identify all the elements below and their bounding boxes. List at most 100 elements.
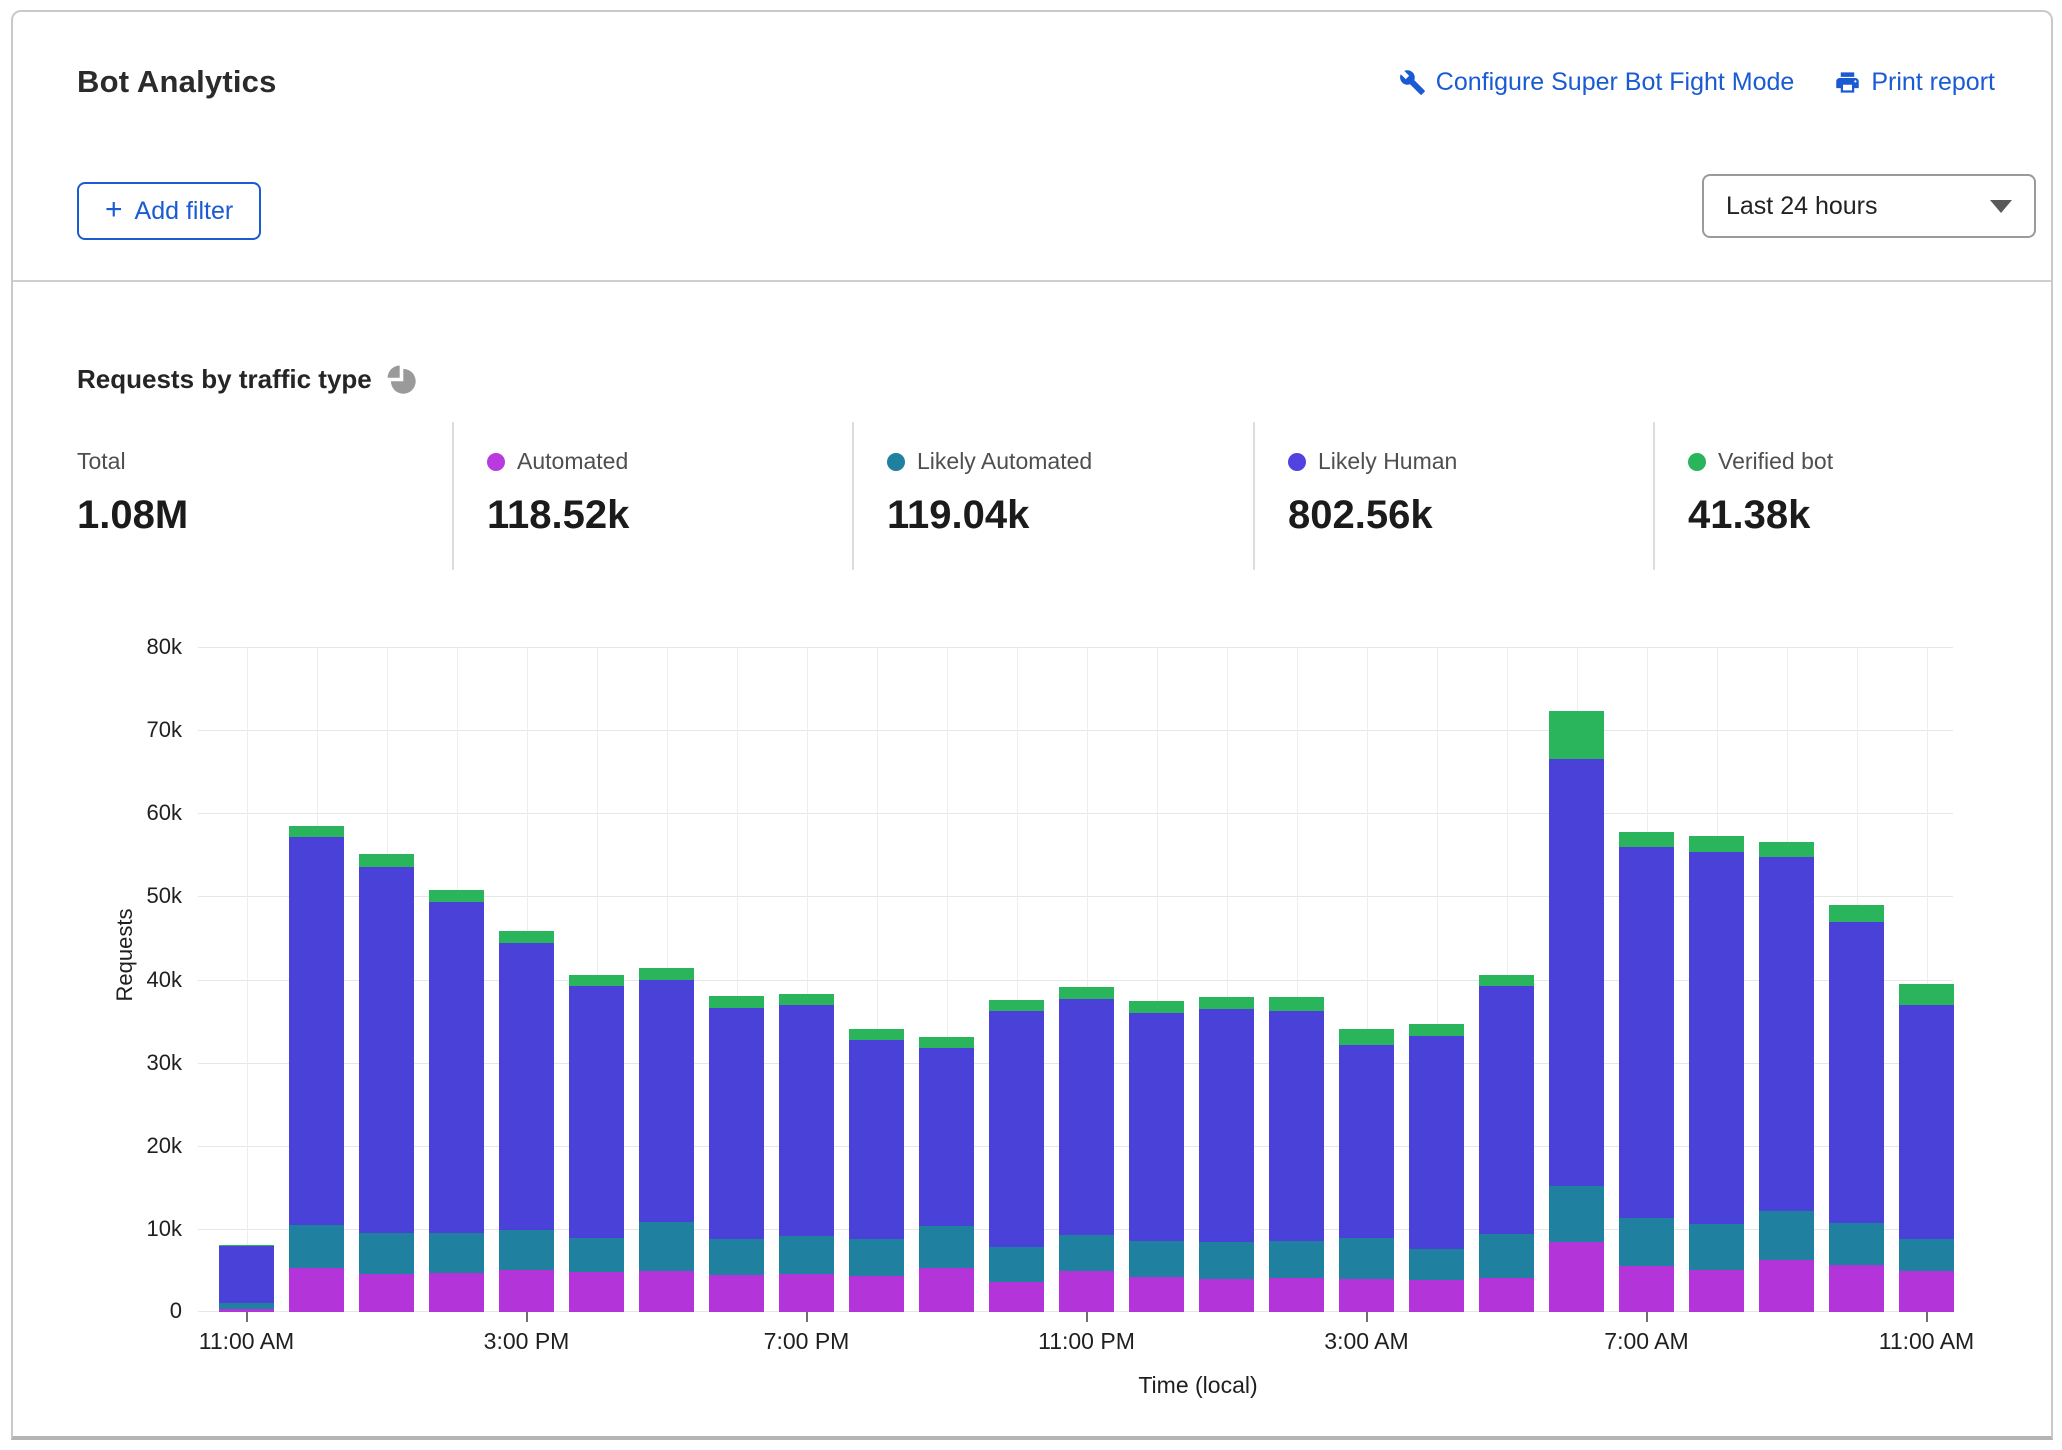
bar-segment-likely-automated — [849, 1238, 904, 1277]
wrench-icon — [1399, 69, 1426, 96]
bar-segment-likely-human — [1339, 1045, 1394, 1239]
x-tick-label: 3:00 PM — [483, 1328, 570, 1354]
y-tick-label: 20k — [146, 1133, 182, 1158]
bar-segment-likely-automated — [779, 1235, 834, 1274]
configure-link-label: Configure Super Bot Fight Mode — [1435, 68, 1795, 96]
bar-segment-likely-automated — [1549, 1185, 1604, 1243]
stat-value: 41.38k — [1688, 493, 1811, 537]
gridline-h — [198, 730, 1953, 731]
bar-segment-verified-bot — [1269, 996, 1324, 1012]
bar — [989, 999, 1044, 1312]
x-tickmark — [1925, 1312, 1928, 1322]
stat-label: Total — [77, 448, 126, 474]
bar-segment-likely-automated — [1129, 1241, 1184, 1278]
bar-segment-automated — [1409, 1280, 1464, 1312]
x-tickmark — [1085, 1312, 1088, 1322]
bar-segment-verified-bot — [1689, 835, 1744, 852]
bar-segment-verified-bot — [1409, 1023, 1464, 1037]
add-filter-button[interactable]: + Add filter — [77, 182, 262, 240]
print-report-link[interactable]: Print report — [1834, 68, 1995, 97]
bar-segment-likely-human — [1059, 998, 1114, 1235]
header-links: Configure Super Bot Fight Mode Print rep… — [1399, 68, 1995, 97]
bar-segment-verified-bot — [1059, 987, 1114, 999]
bar-segment-automated — [1129, 1277, 1184, 1312]
bar — [1199, 996, 1254, 1312]
bar-segment-automated — [569, 1272, 624, 1312]
bar-segment-verified-bot — [289, 825, 344, 837]
legend-dot — [1288, 452, 1306, 471]
bar-segment-automated — [499, 1270, 554, 1312]
bar-segment-likely-human — [639, 979, 694, 1223]
bar-segment-verified-bot — [1339, 1029, 1394, 1046]
bar-segment-likely-human — [429, 902, 484, 1234]
x-tickmark — [805, 1312, 808, 1322]
bar-segment-automated — [1759, 1259, 1814, 1312]
section-title-text: Requests by traffic type — [77, 364, 372, 394]
bar-segment-likely-automated — [1199, 1242, 1254, 1279]
x-axis-title: Time (local) — [1138, 1372, 1258, 1398]
bar — [289, 825, 344, 1312]
x-tick-label: 3:00 AM — [1324, 1328, 1409, 1354]
legend-dot — [487, 452, 505, 471]
header-divider — [13, 280, 2051, 282]
bar-segment-likely-automated — [709, 1238, 764, 1276]
bar — [1549, 711, 1604, 1312]
stat-divider — [1253, 422, 1255, 570]
bar — [849, 1029, 904, 1312]
bar-segment-likely-human — [1409, 1036, 1464, 1249]
bar — [429, 889, 484, 1312]
bar-segment-verified-bot — [1129, 1001, 1184, 1013]
stat-value: 119.04k — [887, 493, 1030, 537]
bar-segment-likely-automated — [289, 1224, 344, 1268]
print-link-label: Print report — [1871, 68, 1995, 96]
bar — [219, 1244, 274, 1312]
bar-segment-automated — [359, 1273, 414, 1312]
pie-chart-icon — [386, 364, 417, 395]
bar-segment-likely-human — [849, 1040, 904, 1239]
bar-segment-automated — [289, 1267, 344, 1312]
configure-super-bot-fight-mode-link[interactable]: Configure Super Bot Fight Mode — [1399, 68, 1795, 97]
stat-divider — [852, 422, 854, 570]
bar-segment-automated — [1549, 1242, 1604, 1312]
bar — [919, 1036, 974, 1312]
bar-segment-likely-automated — [1269, 1241, 1324, 1278]
bar-segment-automated — [429, 1272, 484, 1312]
bar-segment-likely-human — [289, 836, 344, 1225]
bar-segment-automated — [989, 1282, 1044, 1312]
section-title: Requests by traffic type — [77, 364, 417, 395]
bar-segment-verified-bot — [359, 854, 414, 868]
bar-segment-verified-bot — [849, 1029, 904, 1041]
bar-segment-likely-human — [1759, 857, 1814, 1211]
bar-segment-likely-automated — [429, 1233, 484, 1273]
stat-value: 118.52k — [487, 493, 630, 537]
bar-segment-likely-human — [1269, 1011, 1324, 1242]
bar-segment-likely-automated — [989, 1247, 1044, 1283]
stat-item: Verified bot 41.38k — [1688, 448, 2048, 538]
bar-segment-likely-automated — [1479, 1233, 1534, 1278]
bar-segment-likely-automated — [1619, 1218, 1674, 1267]
bar-segment-verified-bot — [1829, 904, 1884, 923]
x-tickmark — [1365, 1312, 1368, 1322]
y-tick-label: 50k — [146, 883, 182, 908]
add-filter-label: Add filter — [134, 196, 234, 225]
time-range-dropdown[interactable]: Last 24 hours — [1702, 174, 2036, 238]
stat-label: Likely Human — [1318, 448, 1458, 474]
bar-segment-likely-automated — [569, 1238, 624, 1273]
bar-segment-likely-automated — [919, 1226, 974, 1268]
y-tick-label: 70k — [146, 717, 182, 742]
bar-segment-verified-bot — [919, 1036, 974, 1048]
bar-segment-likely-human — [1199, 1008, 1254, 1243]
stat-value: 1.08M — [77, 493, 189, 537]
page-title: Bot Analytics — [77, 64, 277, 99]
bar-segment-automated — [1479, 1277, 1534, 1312]
bar-segment-automated — [779, 1273, 834, 1312]
bar-segment-verified-bot — [499, 931, 554, 943]
bar-segment-automated — [639, 1271, 694, 1312]
bar-segment-likely-automated — [1689, 1223, 1744, 1270]
bar-segment-likely-automated — [1829, 1223, 1884, 1265]
bar-segment-verified-bot — [569, 974, 624, 987]
legend-dot — [1688, 452, 1706, 471]
bar-segment-likely-human — [569, 986, 624, 1239]
bar-segment-automated — [919, 1267, 974, 1312]
bar-segment-likely-human — [1129, 1012, 1184, 1242]
